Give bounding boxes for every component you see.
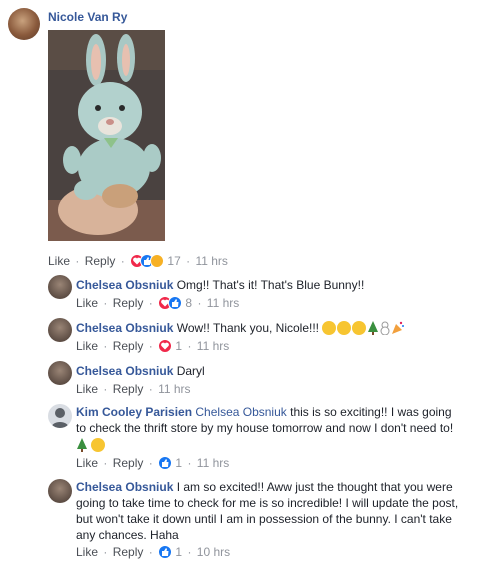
comment-avatar[interactable] [48, 361, 72, 385]
comment-author[interactable]: Chelsea Obsniuk [76, 278, 173, 292]
comment-timestamp[interactable]: 11 hrs [207, 296, 239, 310]
comment-reaction-count[interactable]: 8 [185, 296, 192, 310]
comment-timestamp[interactable]: 11 hrs [197, 456, 229, 470]
like-reaction-icon [158, 545, 173, 559]
comment-timestamp[interactable]: 11 hrs [197, 339, 229, 353]
comment-author[interactable]: Chelsea Obsniuk [76, 321, 173, 335]
comment-author[interactable]: Chelsea Obsniuk [76, 364, 173, 378]
smiling-face-icon [91, 438, 106, 452]
comment-reply-button[interactable]: Reply [113, 456, 144, 470]
comment-author[interactable]: Kim Cooley Parisien [76, 405, 192, 419]
comment-body: Chelsea Obsniuk Omg!! That's it! That's … [76, 277, 364, 293]
kissing-face-icon [322, 321, 337, 335]
comment-reply-button[interactable]: Reply [113, 339, 144, 353]
comment-like-button[interactable]: Like [76, 339, 98, 353]
comment-actions: Like · Reply · 11 hrs [76, 382, 191, 396]
post-reactions[interactable]: 17 [130, 254, 184, 268]
post-photo[interactable] [48, 30, 165, 241]
wow-reaction-icon [150, 254, 165, 268]
post-author-name[interactable]: Nicole Van Ry [48, 10, 127, 24]
post-actions: Like · Reply · 17 · 11 hrs [48, 254, 228, 268]
comment-reply-button[interactable]: Reply [113, 296, 144, 310]
christmas-tree-icon [368, 321, 379, 335]
comment-text: I am so excited!! Aww just the thought t… [176, 480, 453, 494]
comment-avatar[interactable] [48, 404, 72, 428]
post-timestamp[interactable]: 11 hrs [195, 254, 227, 268]
like-reaction-icon [168, 296, 183, 310]
comment-reply-button[interactable]: Reply [113, 382, 144, 396]
comment-avatar[interactable] [48, 275, 72, 299]
comment-timestamp[interactable]: 10 hrs [197, 545, 230, 559]
comment-actions: Like · Reply · 1 · 11 hrs [76, 339, 230, 353]
comment-body: Chelsea Obsniuk Wow!! Thank you, Nicole!… [76, 320, 405, 336]
post-like-button[interactable]: Like [48, 254, 70, 268]
comment-text: but won't take it down until I am in pos… [76, 512, 452, 526]
comment-text: going to take time to check for me is so… [76, 496, 459, 510]
comment-actions: Like · Reply · 8 · 11 hrs [76, 296, 240, 310]
comment-like-button[interactable]: Like [76, 296, 98, 310]
mention-link[interactable]: Chelsea Obsniuk [195, 405, 286, 419]
love-reaction-icon [158, 339, 173, 353]
comment-text: Omg!! That's it! That's Blue Bunny!! [176, 278, 365, 292]
party-popper-icon [392, 321, 405, 334]
post-reply-button[interactable]: Reply [85, 254, 116, 268]
christmas-tree-icon [77, 438, 87, 452]
comment-avatar[interactable] [48, 318, 72, 342]
heart-eyes-face-icon [337, 321, 352, 335]
comment-actions: Like · Reply · 1 · 10 hrs [76, 545, 231, 559]
comment-like-button[interactable]: Like [76, 456, 98, 470]
comment-text: Daryl [176, 364, 205, 378]
comment-author[interactable]: Chelsea Obsniuk [76, 480, 173, 494]
snowman-icon [380, 321, 390, 335]
comment-reply-button[interactable]: Reply [113, 545, 144, 559]
comment-text: this is so exciting!! I was going [290, 405, 452, 419]
like-reaction-icon [158, 456, 173, 470]
post-reaction-count: 17 [167, 254, 181, 268]
comment-body: Chelsea Obsniuk I am so excited!! Aww ju… [76, 479, 476, 543]
comment-reaction-count[interactable]: 1 [175, 545, 182, 559]
comment-reaction-count[interactable]: 1 [175, 456, 182, 470]
comment-timestamp[interactable]: 11 hrs [158, 382, 190, 396]
comment-reaction-count[interactable]: 1 [175, 339, 182, 353]
comment-body: Kim Cooley Parisien Chelsea Obsniuk this… [76, 404, 476, 453]
grinning-face-icon [352, 321, 367, 335]
post-author-avatar[interactable] [8, 8, 40, 40]
comment-like-button[interactable]: Like [76, 382, 98, 396]
comment-actions: Like · Reply · 1 · 11 hrs [76, 456, 230, 470]
comment-text: Wow!! Thank you, Nicole!!! [176, 321, 320, 335]
comment-text: to check the thrift store by my house to… [76, 421, 454, 435]
comment-text: any chances. Haha [76, 528, 179, 542]
comment-like-button[interactable]: Like [76, 545, 98, 559]
comment-avatar[interactable] [48, 479, 72, 503]
comment-body: Chelsea Obsniuk Daryl [76, 363, 205, 379]
